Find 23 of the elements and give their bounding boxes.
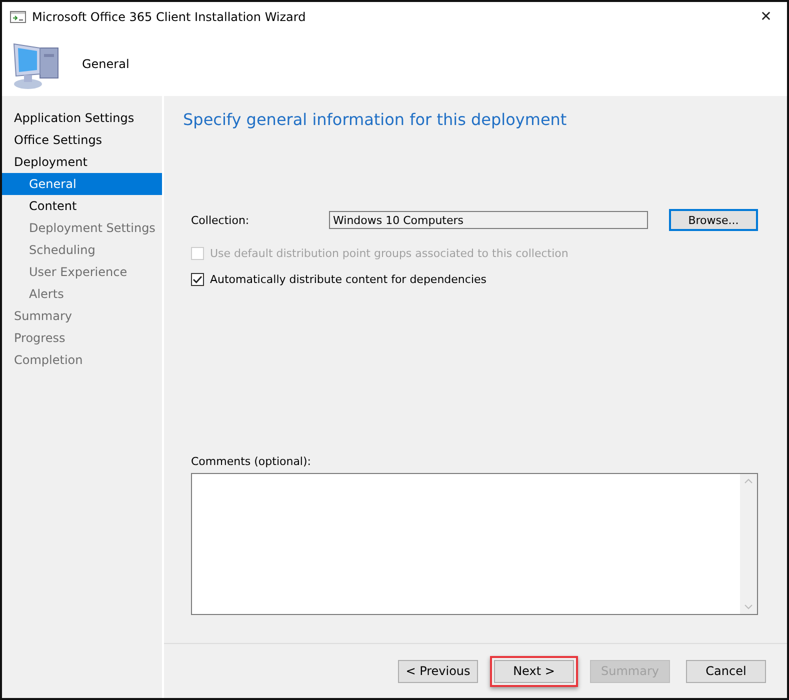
sidebar-item[interactable]: Office Settings xyxy=(2,129,162,151)
field-label: Comments (optional): xyxy=(191,455,312,468)
sidebar-item[interactable]: Deployment xyxy=(2,151,162,173)
collection-field[interactable]: Windows 10 Computers xyxy=(329,211,648,229)
window-icon xyxy=(10,11,26,23)
browse-button[interactable]: Browse... xyxy=(669,209,758,231)
wizard-button[interactable]: Next > xyxy=(494,660,574,682)
sidebar-item[interactable]: Application Settings xyxy=(2,107,162,129)
close-button[interactable]: ✕ xyxy=(751,4,781,30)
window-title: Microsoft Office 365 Client Installation Wizard xyxy=(32,10,307,24)
field-label: Collection: xyxy=(191,214,250,226)
checkbox[interactable] xyxy=(191,273,204,286)
checkbox-label: Use default distribution point groups associated to this collection xyxy=(210,247,568,260)
page-heading: Specify general information for this deployment xyxy=(183,110,568,129)
scroll-up-icon[interactable] xyxy=(744,478,753,484)
wizard-button[interactable]: Cancel xyxy=(686,660,766,682)
scroll-down-icon[interactable] xyxy=(744,604,753,610)
comments-field[interactable] xyxy=(191,473,758,615)
wizard-button[interactable]: < Previous xyxy=(398,660,478,682)
checkbox-label: Automatically distribute content for dependencies xyxy=(210,273,486,286)
sidebar-item[interactable]: General xyxy=(2,173,162,195)
page-title: General xyxy=(82,57,130,71)
sidebar-item[interactable]: Content xyxy=(2,195,162,217)
